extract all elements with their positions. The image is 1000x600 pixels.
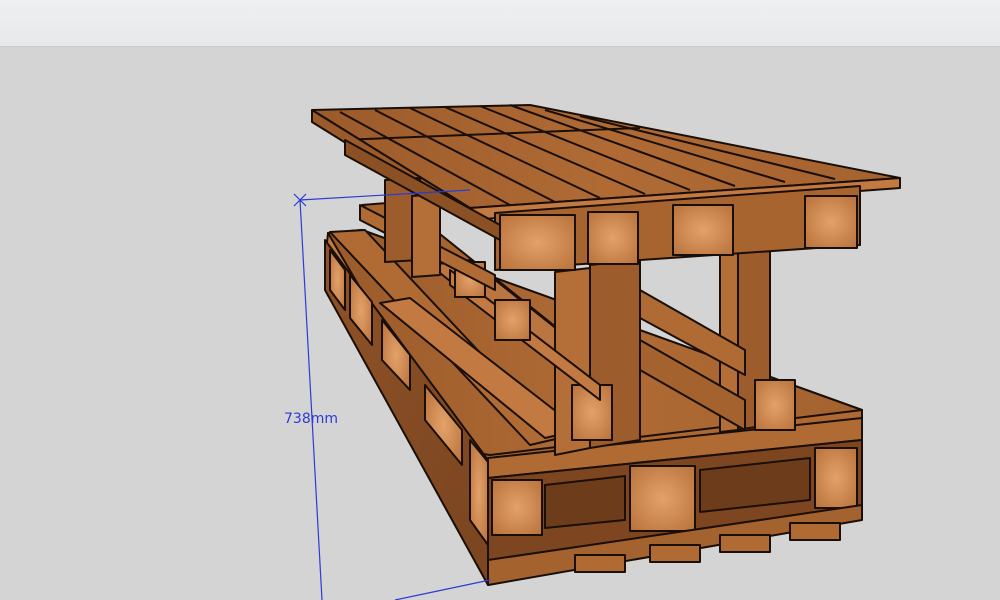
toolbar [0,0,1000,47]
pallet-table-model[interactable] [0,47,1000,600]
dimension-label: 738mm [284,411,338,427]
sketch-app-window: 738mm [0,0,1000,600]
modeling-viewport[interactable]: 738mm [0,47,1000,600]
